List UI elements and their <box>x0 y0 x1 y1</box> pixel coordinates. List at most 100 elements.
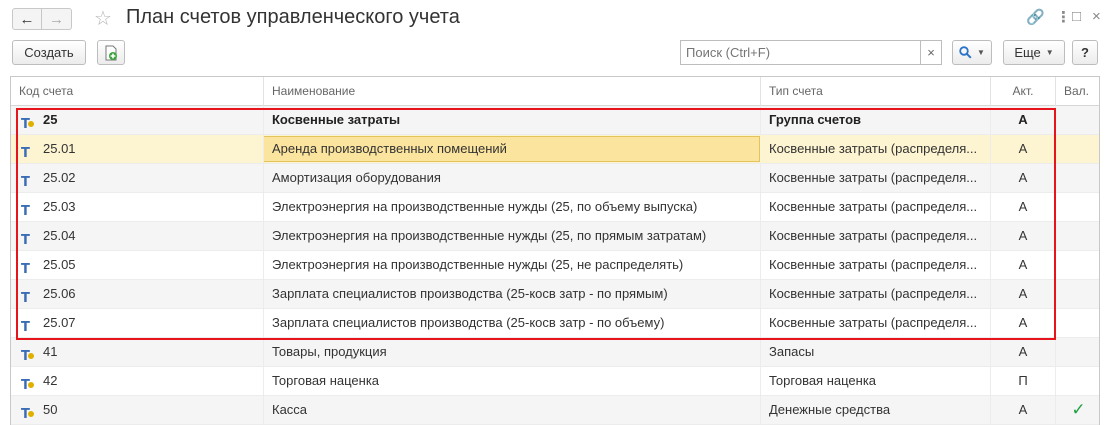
table-row[interactable]: T 25.05 Электроэнергия на производственные… <box>11 251 1099 280</box>
table-row[interactable]: T 25.07 Зарплата специалистов производства… <box>11 309 1099 338</box>
cell-name: Аренда производственных помещений <box>272 141 507 156</box>
vertical-dots-icon[interactable]: ⋮ <box>1056 8 1071 26</box>
star-icon[interactable]: ☆ <box>94 6 112 31</box>
cell-currency <box>1056 222 1099 250</box>
cell-code: T 42 <box>11 367 264 395</box>
add-by-copy-button[interactable] <box>97 40 125 65</box>
cell-active: А <box>991 251 1056 279</box>
cell-active: А <box>991 106 1056 134</box>
column-header-name[interactable]: Наименование <box>264 77 761 106</box>
cell-code: T 25.05 <box>11 251 264 279</box>
close-icon[interactable]: × <box>1092 8 1101 25</box>
more-button[interactable]: Еще ▼ <box>1003 40 1065 65</box>
cell-currency <box>1056 280 1099 308</box>
page-title: План счетов управленческого учета <box>126 6 460 28</box>
account-icon: T <box>21 291 30 306</box>
account-code: 25.07 <box>43 315 76 330</box>
table-row[interactable]: T 42 Торговая наценка Торговая наценка П <box>11 367 1099 396</box>
group-account-icon: T <box>21 111 39 132</box>
cell-code: T 25.03 <box>11 193 264 221</box>
cell-type: Торговая наценка <box>761 367 991 395</box>
table-row[interactable]: T 25.01 Аренда производственных помещений К… <box>11 135 1099 164</box>
arrow-left-icon: ← <box>19 10 35 28</box>
check-icon: ✓ <box>1071 400 1086 419</box>
account-code: 42 <box>43 373 58 388</box>
cell-name: Торговая наценка <box>264 367 761 395</box>
cell-type: Косвенные затраты (распределя... <box>761 135 991 163</box>
cell-type: Косвенные затраты (распределя... <box>761 309 991 337</box>
cell-currency <box>1056 367 1099 395</box>
column-header-active[interactable]: Акт. <box>991 77 1056 106</box>
chevron-down-icon: ▼ <box>977 48 985 57</box>
cell-currency <box>1056 106 1099 134</box>
column-header-currency[interactable]: Вал. <box>1056 77 1099 106</box>
accounts-table: Код счета Наименование Тип счета Акт. Ва… <box>10 76 1100 425</box>
cell-code: T 25.06 <box>11 280 264 308</box>
search-input[interactable] <box>680 40 920 65</box>
group-account-icon: T <box>21 343 39 364</box>
group-account-icon: T <box>21 372 39 393</box>
cell-name: Амортизация оборудования <box>264 164 761 192</box>
arrow-right-icon: → <box>49 10 64 28</box>
command-bar: Создать × ▼ Еще ▼ ? <box>0 40 1110 68</box>
column-header-code[interactable]: Код счета <box>11 77 264 106</box>
help-button[interactable]: ? <box>1072 40 1098 65</box>
table-row[interactable]: T 25.04 Электроэнергия на производственные… <box>11 222 1099 251</box>
table-row[interactable]: T 41 Товары, продукция Запасы А <box>11 338 1099 367</box>
account-code: 50 <box>43 402 58 417</box>
cell-name: Электроэнергия на производственные нужды… <box>264 251 761 279</box>
link-icon[interactable]: 🔗 <box>1026 8 1045 26</box>
cell-currency <box>1056 164 1099 192</box>
cell-type: Косвенные затраты (распределя... <box>761 222 991 250</box>
chevron-down-icon: ▼ <box>1045 48 1054 57</box>
cell-currency <box>1056 135 1099 163</box>
cell-type: Группа счетов <box>761 106 991 134</box>
cell-active: А <box>991 280 1056 308</box>
table-row[interactable]: T 25.06 Зарплата специалистов производства… <box>11 280 1099 309</box>
cell-type: Косвенные затраты (распределя... <box>761 280 991 308</box>
cell-type: Денежные средства <box>761 396 991 424</box>
table-row[interactable]: T 50 Касса Денежные средства А ✓ <box>11 396 1099 425</box>
table-row[interactable]: T 25.02 Амортизация оборудования Косвенные … <box>11 164 1099 193</box>
cell-type: Запасы <box>761 338 991 366</box>
cell-code: T 25.07 <box>11 309 264 337</box>
table-header: Код счета Наименование Тип счета Акт. Ва… <box>11 77 1099 106</box>
account-icon: T <box>21 262 30 277</box>
account-code: 41 <box>43 344 58 359</box>
cell-code: T 25.04 <box>11 222 264 250</box>
account-code: 25.05 <box>43 257 76 272</box>
cell-active: А <box>991 135 1056 163</box>
account-code: 25.02 <box>43 170 76 185</box>
title-bar: ← → ☆ План счетов управленческого учета … <box>0 0 1110 38</box>
cell-currency <box>1056 193 1099 221</box>
account-icon: T <box>21 175 30 190</box>
search-button[interactable]: ▼ <box>952 40 992 65</box>
cell-name: Косвенные затраты <box>264 106 761 134</box>
create-button[interactable]: Создать <box>12 40 86 65</box>
more-button-label: Еще <box>1014 45 1041 60</box>
cell-active: А <box>991 309 1056 337</box>
table-row[interactable]: T 25 Косвенные затраты Группа счетов А <box>11 106 1099 135</box>
cell-type: Косвенные затраты (распределя... <box>761 251 991 279</box>
table-row[interactable]: T 25.03 Электроэнергия на производственные… <box>11 193 1099 222</box>
forward-button[interactable]: → <box>42 8 72 30</box>
account-icon: T <box>21 146 30 161</box>
account-code: 25 <box>43 112 58 127</box>
cell-code: T 50 <box>11 396 264 424</box>
cell-active: А <box>991 338 1056 366</box>
cell-active: П <box>991 367 1056 395</box>
search-icon <box>959 46 972 59</box>
cell-code: T 25.02 <box>11 164 264 192</box>
cell-active: А <box>991 396 1056 424</box>
account-icon: T <box>21 320 30 335</box>
cell-currency <box>1056 309 1099 337</box>
cell-name: Товары, продукция <box>264 338 761 366</box>
maximize-icon[interactable]: □ <box>1072 8 1081 25</box>
cell-name: Зарплата специалистов производства (25-к… <box>264 280 761 308</box>
back-button[interactable]: ← <box>12 8 42 30</box>
account-code: 25.01 <box>43 141 76 156</box>
cell-currency: ✓ <box>1056 396 1099 424</box>
column-header-type[interactable]: Тип счета <box>761 77 991 106</box>
cell-name: Касса <box>264 396 761 424</box>
search-clear-button[interactable]: × <box>920 40 942 65</box>
